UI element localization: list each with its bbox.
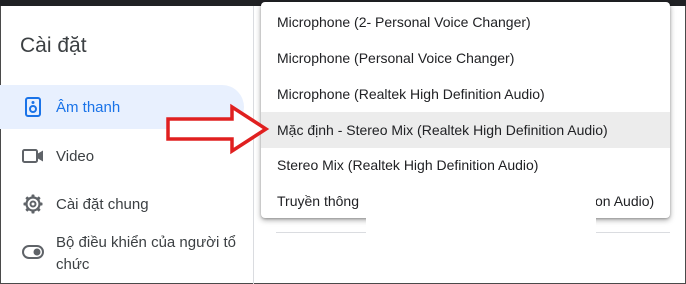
sidebar-item-general[interactable]: Cài đặt chung — [0, 182, 244, 226]
menu-item-mic-realtek[interactable]: Microphone (Realtek High Definition Audi… — [261, 76, 670, 112]
sidebar-item-label: Bộ điều khiển của người tổ chức — [56, 234, 236, 273]
red-arrow-annotation — [166, 103, 270, 155]
sidebar-item-label: Âm thanh — [56, 98, 121, 116]
menu-item-mic-personal-voice[interactable]: Microphone (Personal Voice Changer) — [261, 40, 670, 76]
menu-item-label-tail: on Audio) — [595, 193, 655, 209]
menu-item-stereo-mix[interactable]: Stereo Mix (Realtek High Definition Audi… — [261, 147, 670, 183]
field-underline — [596, 232, 670, 233]
menu-item-label: Mặc định - Stereo Mix (Realtek High Defi… — [277, 122, 608, 138]
menu-item-label: Truyền thông — [277, 193, 359, 209]
field-underline — [276, 232, 366, 233]
menu-item-label: Stereo Mix (Realtek High Definition Audi… — [277, 157, 539, 173]
toggle-icon — [22, 241, 44, 263]
menu-item-default-stereo-mix[interactable]: Mặc định - Stereo Mix (Realtek High Defi… — [261, 112, 670, 148]
menu-item-label: Microphone (Personal Voice Changer) — [277, 50, 515, 66]
microphone-dropdown-menu: Microphone (2- Personal Voice Changer) M… — [261, 2, 670, 218]
sidebar-item-label: Cài đặt chung — [56, 195, 149, 213]
redaction-overlay — [366, 192, 596, 234]
gear-icon — [22, 193, 44, 215]
video-camera-icon — [22, 145, 44, 167]
sidebar-item-host-controls[interactable]: Bộ điều khiển của người tổ chức — [0, 232, 244, 273]
menu-item-mic-personal-voice-2[interactable]: Microphone (2- Personal Voice Changer) — [261, 4, 670, 40]
page-title: Cài đặt — [20, 34, 87, 57]
speaker-icon — [22, 96, 44, 118]
menu-item-label: Microphone (Realtek High Definition Audi… — [277, 86, 545, 102]
menu-item-label: Microphone (2- Personal Voice Changer) — [277, 14, 531, 30]
sidebar-item-label: Video — [56, 147, 95, 165]
